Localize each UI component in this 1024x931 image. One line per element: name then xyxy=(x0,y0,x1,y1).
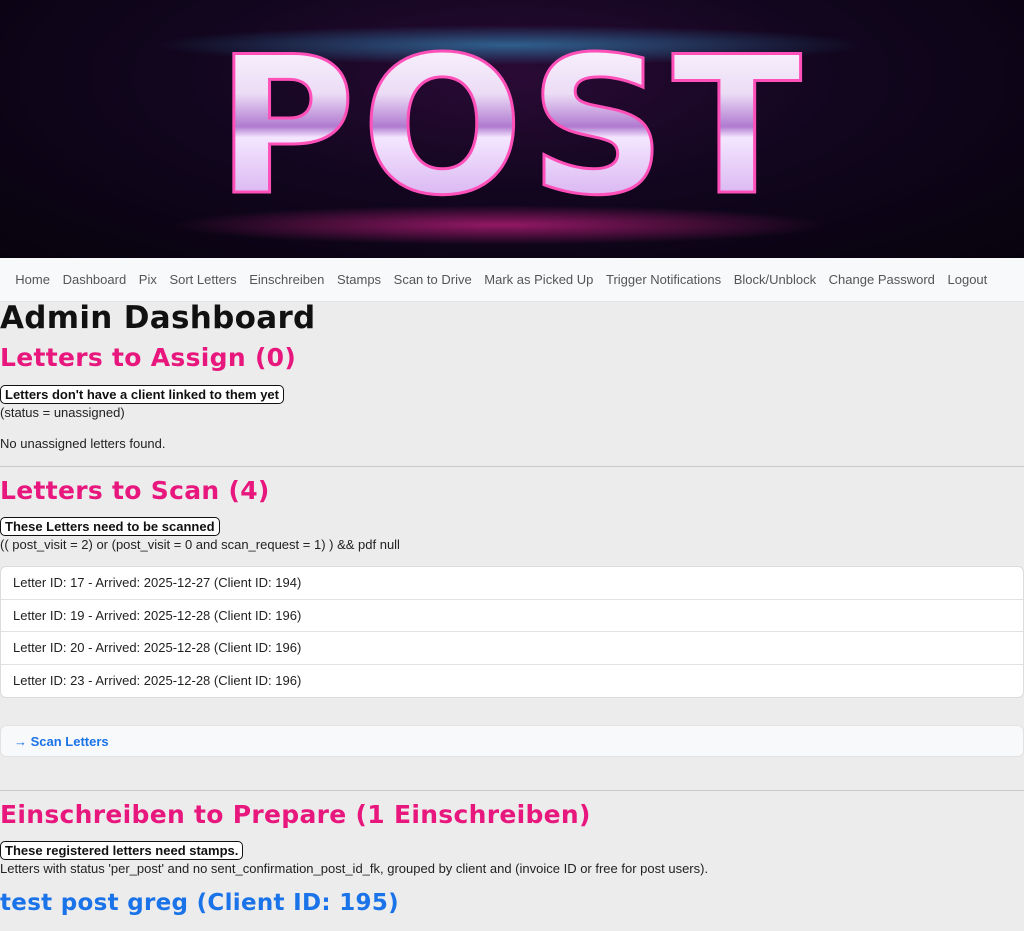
scan-section: Letters to Scan (4) These Letters need t… xyxy=(0,475,1024,757)
list-item[interactable]: Letter ID: 19 - Arrived: 2025-12-28 (Cli… xyxy=(1,600,1023,632)
page-title: Admin Dashboard xyxy=(0,300,316,336)
post-banner: POST xyxy=(0,0,1024,258)
einschreiben-heading: Einschreiben to Prepare (1 Einschreiben) xyxy=(0,800,591,829)
list-item[interactable]: Letter ID: 17 - Arrived: 2025-12-27 (Cli… xyxy=(1,567,1023,600)
scan-heading: Letters to Scan (4) xyxy=(0,476,270,505)
scan-criteria: (( post_visit = 2) or (post_visit = 0 an… xyxy=(0,537,400,552)
assign-heading: Letters to Assign (0) xyxy=(0,343,297,372)
assign-badge: Letters don't have a client linked to th… xyxy=(0,385,284,404)
top-navigation: Home Dashboard Pix Sort Letters Einschre… xyxy=(0,258,1024,302)
nav-change-password[interactable]: Change Password xyxy=(822,272,941,287)
nav-scan-to-drive[interactable]: Scan to Drive xyxy=(387,272,478,287)
nav-einschreiben[interactable]: Einschreiben xyxy=(243,272,331,287)
list-item[interactable]: Letter ID: 23 - Arrived: 2025-12-28 (Cli… xyxy=(1,665,1023,698)
assign-section: Letters to Assign (0) Letters don't have… xyxy=(0,342,1024,451)
nav-sort-letters[interactable]: Sort Letters xyxy=(163,272,243,287)
list-item[interactable]: Letter ID: 20 - Arrived: 2025-12-28 (Cli… xyxy=(1,632,1023,665)
divider xyxy=(0,466,1024,467)
post-logo: POST xyxy=(215,15,807,239)
dashboard-content: Admin Dashboard Letters to Assign (0) Le… xyxy=(0,302,1024,918)
einschreiben-badge: These registered letters need stamps. xyxy=(0,841,244,860)
scan-action-box: → Scan Letters xyxy=(0,725,1024,757)
divider xyxy=(0,790,1024,791)
nav-logout[interactable]: Logout xyxy=(941,272,993,287)
nav-stamps[interactable]: Stamps xyxy=(331,272,388,287)
nav-block-unblock[interactable]: Block/Unblock xyxy=(727,272,822,287)
nav-pix[interactable]: Pix xyxy=(132,272,163,287)
nav-dashboard[interactable]: Dashboard xyxy=(56,272,132,287)
scan-badge: These Letters need to be scanned xyxy=(0,517,220,536)
scan-letters-link[interactable]: → Scan Letters xyxy=(14,734,109,749)
nav-home[interactable]: Home xyxy=(9,272,56,287)
einschreiben-section: Einschreiben to Prepare (1 Einschreiben)… xyxy=(0,799,1024,918)
assign-empty-message: No unassigned letters found. xyxy=(0,436,166,451)
client-heading: test post greg (Client ID: 195) xyxy=(0,890,399,916)
einschreiben-criteria: Letters with status 'per_post' and no se… xyxy=(0,861,709,876)
assign-criteria: (status = unassigned) xyxy=(0,405,125,420)
logo-text: POST xyxy=(216,16,807,237)
nav-trigger-notifications[interactable]: Trigger Notifications xyxy=(600,272,728,287)
nav-mark-picked-up[interactable]: Mark as Picked Up xyxy=(478,272,600,287)
scan-letter-list: Letter ID: 17 - Arrived: 2025-12-27 (Cli… xyxy=(0,566,1024,698)
